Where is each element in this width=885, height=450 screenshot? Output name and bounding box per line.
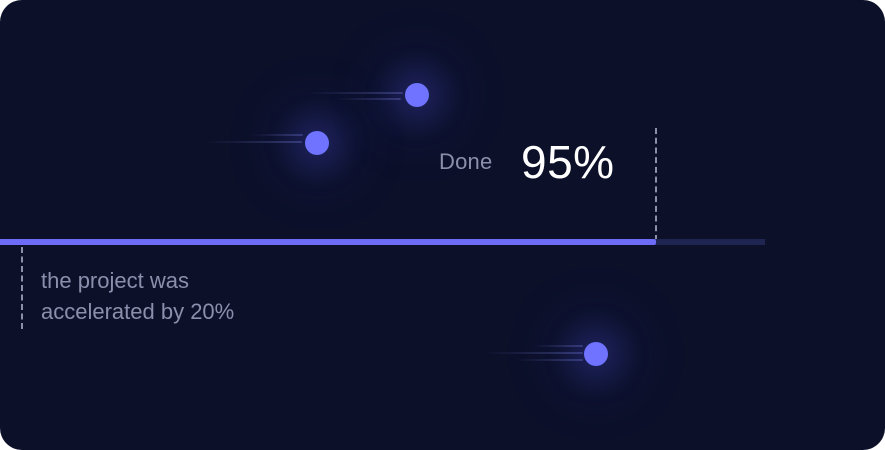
progress-track xyxy=(0,239,765,245)
progress-fill xyxy=(0,239,656,245)
progress-end-marker xyxy=(655,128,657,241)
note-line-1: the project was xyxy=(41,268,189,293)
note-line-2: accelerated by 20% xyxy=(41,299,235,324)
progress-note: the project was accelerated by 20% xyxy=(41,265,341,327)
note-marker xyxy=(21,247,23,329)
glow-dot-icon xyxy=(405,83,429,107)
glow-dot-icon xyxy=(584,342,608,366)
progress-card: Done 95% the project was accelerated by … xyxy=(0,0,885,450)
progress-value: 95% xyxy=(521,136,615,188)
status-label: Done xyxy=(439,149,493,174)
glow-dot-icon xyxy=(305,131,329,155)
